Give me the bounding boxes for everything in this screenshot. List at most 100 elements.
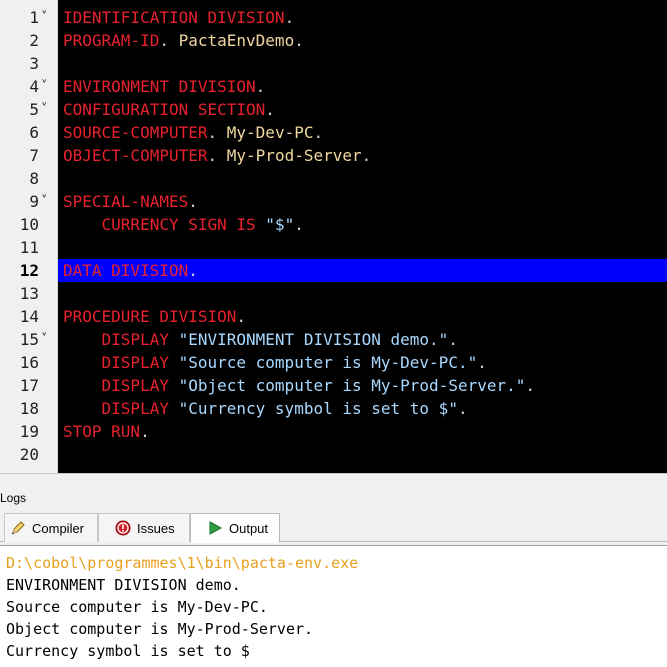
code-token: . (265, 100, 275, 119)
line-number: 12 (19, 261, 39, 280)
line-number: 5 (29, 100, 39, 119)
code-token: DISPLAY (63, 330, 179, 349)
line-number-gutter: 1 ˅ 2 3 4 ˅ 5 ˅ 6 7 8 9 ˅ 10 11 12 13 14 15 ˅ 16 17 18 19 20 (0, 0, 58, 473)
code-token: . (457, 399, 468, 418)
code-line[interactable]: IDENTIFICATION DIVISION. (58, 6, 667, 29)
code-line[interactable]: DISPLAY "Object computer is My-Prod-Serv… (58, 374, 667, 397)
line-number: 8 (29, 169, 39, 188)
code-token: DISPLAY (63, 399, 179, 418)
line-number: 13 (19, 284, 39, 303)
code-line[interactable]: CURRENCY SIGN IS "$". (58, 213, 667, 236)
output-line: Currency symbol is set to $ (6, 642, 250, 660)
code-token: . (284, 8, 295, 27)
code-token: "$" (265, 215, 295, 234)
tab-issues-label: Issues (137, 520, 175, 536)
code-token: OBJECT-COMPUTER (63, 146, 208, 165)
line-number: 1 (29, 8, 39, 27)
output-console[interactable]: D:\cobol\programmes\1\bin\pacta-env.exe E… (0, 545, 667, 667)
line-number: 3 (29, 54, 39, 73)
tab-output-label: Output (229, 520, 269, 536)
logs-panel-header (0, 473, 667, 513)
code-token: . (188, 192, 198, 211)
output-exe-path: D:\cobol\programmes\1\bin\pacta-env.exe (6, 554, 359, 572)
code-token: "ENVIRONMENT DIVISION demo." (178, 330, 449, 349)
code-line-highlighted[interactable]: DATA DIVISION. (58, 259, 667, 282)
code-line[interactable]: DISPLAY "ENVIRONMENT DIVISION demo.". (58, 328, 667, 351)
code-text: DATA DIVISION. (63, 259, 198, 282)
gutter-line: 7 (0, 144, 58, 167)
fold-chevron-icon[interactable]: ˅ (41, 75, 48, 98)
code-text: PROGRAM-ID. PactaEnvDemo. (63, 29, 304, 52)
gutter-line: 4 ˅ (0, 75, 58, 98)
code-line[interactable]: DISPLAY "Source computer is My-Dev-PC.". (58, 351, 667, 374)
line-number: 19 (19, 422, 39, 441)
code-text: STOP RUN. (63, 420, 150, 443)
code-editor[interactable]: 1 ˅ 2 3 4 ˅ 5 ˅ 6 7 8 9 ˅ 10 11 12 13 14 15 ˅ 16 17 18 19 20 IDE… (0, 0, 667, 473)
code-token: . (255, 77, 266, 96)
line-number: 18 (19, 399, 39, 418)
code-line[interactable]: OBJECT-COMPUTER. My-Prod-Server. (58, 144, 667, 167)
code-line[interactable] (58, 52, 667, 75)
line-number: 17 (19, 376, 39, 395)
line-number: 10 (19, 215, 39, 234)
fold-chevron-icon[interactable]: ˅ (41, 98, 48, 121)
gutter-line: 20 (0, 443, 58, 466)
gutter-line: 14 (0, 305, 58, 328)
line-number: 6 (29, 123, 39, 142)
code-text: PROCEDURE DIVISION. (63, 305, 246, 328)
fold-chevron-icon[interactable]: ˅ (41, 190, 48, 213)
gutter-line: 12 (0, 259, 58, 282)
output-line: Source computer is My-Dev-PC. (6, 598, 268, 616)
fold-chevron-icon[interactable]: ˅ (41, 6, 48, 29)
tab-compiler-label: Compiler (32, 520, 85, 536)
code-token: . (477, 353, 487, 372)
code-token: . (294, 31, 304, 50)
code-line[interactable]: DISPLAY "Currency symbol is set to $". (58, 397, 667, 420)
code-token: "Source computer is My-Dev-PC." (178, 353, 478, 372)
tab-output[interactable]: Output (190, 513, 280, 543)
line-number: 7 (29, 146, 39, 165)
code-line[interactable]: SPECIAL-NAMES. (58, 190, 667, 213)
code-token: DISPLAY (63, 376, 179, 395)
gutter-line: 16 (0, 351, 58, 374)
gutter-line: 19 (0, 420, 58, 443)
code-token: . (313, 123, 324, 142)
line-number: 20 (19, 445, 39, 464)
code-token: . (448, 330, 458, 349)
code-line[interactable] (58, 236, 667, 259)
code-token: . (159, 31, 169, 50)
code-line[interactable]: PROCEDURE DIVISION. (58, 305, 667, 328)
code-text: SPECIAL-NAMES. (63, 190, 198, 213)
code-line[interactable]: ENVIRONMENT DIVISION. (58, 75, 667, 98)
gutter-line: 18 (0, 397, 58, 420)
code-token: PROCEDURE DIVISION (63, 307, 237, 326)
tab-issues[interactable]: Issues (98, 513, 190, 542)
gutter-line: 5 ˅ (0, 98, 58, 121)
pencil-icon (10, 520, 26, 536)
fold-chevron-icon[interactable]: ˅ (41, 328, 48, 351)
output-line: ENVIRONMENT DIVISION demo. (6, 576, 241, 594)
code-text: CURRENCY SIGN IS "$". (63, 213, 304, 236)
code-line[interactable] (58, 282, 667, 305)
code-line[interactable]: STOP RUN. (58, 420, 667, 443)
tab-compiler[interactable]: Compiler (4, 513, 98, 542)
code-line[interactable]: CONFIGURATION SECTION. (58, 98, 667, 121)
code-token: . (236, 307, 247, 326)
gutter-line: 13 (0, 282, 58, 305)
line-number: 16 (19, 353, 39, 372)
code-text: OBJECT-COMPUTER. My-Prod-Server. (63, 144, 371, 167)
error-circle-icon (115, 520, 131, 536)
line-number: 11 (19, 238, 39, 257)
code-line[interactable]: SOURCE-COMPUTER. My-Dev-PC. (58, 121, 667, 144)
code-line[interactable] (58, 443, 667, 466)
gutter-line: 17 (0, 374, 58, 397)
code-area[interactable]: IDENTIFICATION DIVISION. PROGRAM-ID. Pact… (58, 0, 667, 473)
code-text: SOURCE-COMPUTER. My-Dev-PC. (63, 121, 323, 144)
line-number: 14 (19, 307, 39, 326)
code-token: PactaEnvDemo (168, 31, 295, 50)
code-line[interactable]: PROGRAM-ID. PactaEnvDemo. (58, 29, 667, 52)
code-text: CONFIGURATION SECTION. (63, 98, 275, 121)
code-token: My-Dev-PC (217, 123, 314, 142)
code-line[interactable] (58, 167, 667, 190)
code-text: IDENTIFICATION DIVISION. (63, 6, 294, 29)
